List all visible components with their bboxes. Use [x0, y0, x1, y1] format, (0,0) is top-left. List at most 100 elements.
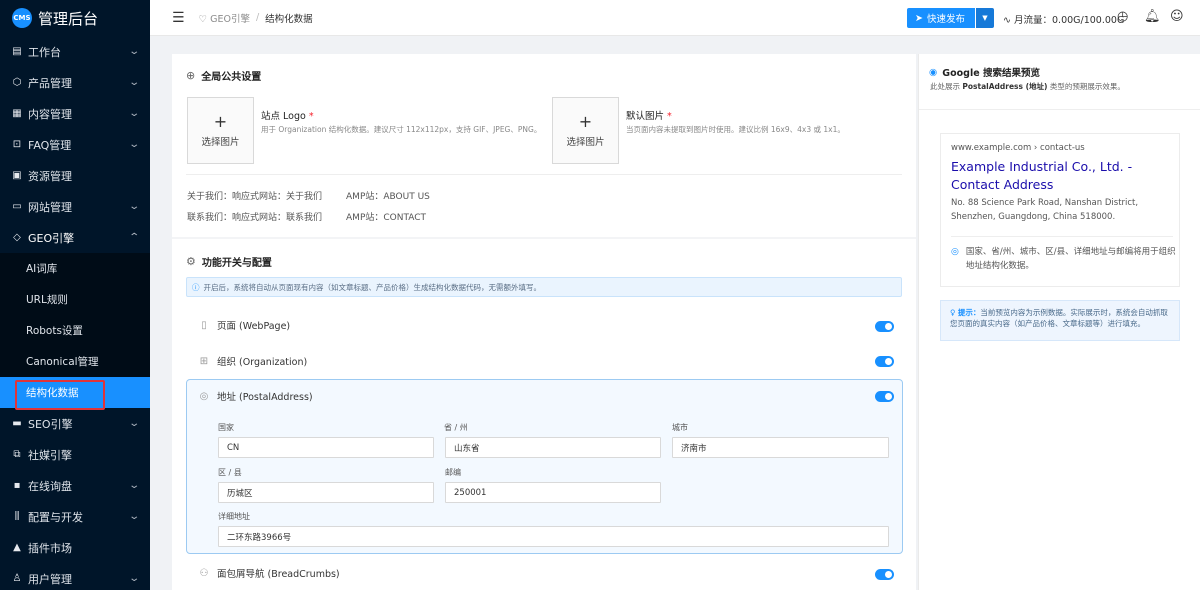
chevron-down-icon: ⌄: [127, 201, 140, 212]
user-icon: ♙: [12, 573, 22, 584]
sidebar-item-social[interactable]: ⧉ 社媒引擎: [0, 439, 150, 470]
province-input[interactable]: 山东省: [445, 437, 661, 458]
sidebar-subitem-structured-data[interactable]: 结构化数据: [0, 377, 150, 410]
breadcrumb-separator: /: [255, 12, 260, 23]
postal-address-toggle[interactable]: [875, 391, 894, 402]
chevron-down-icon: ⌄: [127, 418, 140, 429]
feature-breadcrumbs: ⚇ 面包屑导航 (BreadCrumbs): [199, 567, 340, 581]
page-icon: ▯: [201, 319, 207, 331]
default-image-upload-button[interactable]: + 选择图片: [552, 97, 619, 164]
logo-upload-button[interactable]: + 选择图片: [187, 97, 254, 164]
chevron-down-icon: ⌄: [127, 573, 140, 584]
store-icon: ▲: [13, 542, 21, 553]
chevron-down-icon: ⌄: [127, 46, 140, 57]
district-input[interactable]: 历城区: [218, 482, 434, 503]
result-address: No. 88 Science Park Road, Nanshan Distri…: [951, 198, 1139, 222]
district-label: 区 / 县: [218, 468, 242, 477]
sliders-icon: ⫼: [14, 511, 20, 522]
province-label: 省 / 州: [444, 423, 468, 432]
postcode-label: 邮编: [445, 468, 461, 477]
breadcrumbs-toggle[interactable]: [875, 569, 894, 580]
plus-icon: +: [578, 111, 593, 131]
quick-publish-button[interactable]: ➤ 快速发布: [907, 8, 975, 28]
bell-icon[interactable]: 🔔︎: [1144, 9, 1161, 24]
result-url: www.example.com › contact-us: [951, 143, 1085, 153]
sidebar-item-config[interactable]: ⫼ 配置与开发 ⌄: [0, 501, 150, 532]
faq-icon: ⊡: [12, 139, 22, 150]
sidebar-item-website[interactable]: ▭ 网站管理 ⌄: [0, 191, 150, 222]
detail-address-input[interactable]: 二环东路3966号: [218, 526, 889, 547]
section-divider: [172, 237, 916, 239]
result-title[interactable]: Example Industrial Co., Ltd. - Contact A…: [951, 158, 1179, 194]
preview-title: ◉ Google 搜索结果预览: [929, 66, 1040, 80]
bulb-icon: ♀: [950, 308, 956, 317]
divider: [186, 174, 902, 175]
result-note: ◎ 国家、省/州、城市、区/县、详细地址与邮编将用于组织地址结构化数据。: [951, 247, 1176, 271]
sidebar-item-dashboard[interactable]: ▤ 工作台 ⌄: [0, 36, 150, 67]
sidebar-subitem-robots[interactable]: Robots设置: [0, 315, 150, 346]
features-title: ⚙ 功能开关与配置: [186, 255, 272, 269]
country-input[interactable]: CN: [218, 437, 434, 458]
search-result-card: www.example.com › contact-us Example Ind…: [940, 133, 1180, 287]
share-icon: ⧉: [13, 449, 21, 460]
chevron-down-icon: ⌄: [127, 480, 140, 491]
breadcrumb-geo[interactable]: ♡ GEO引擎: [199, 11, 250, 25]
send-icon: ➤: [915, 12, 923, 24]
sidebar-item-geo[interactable]: ◇ GEO引擎 ⌃: [0, 222, 150, 253]
city-label: 城市: [672, 423, 688, 432]
menu-collapse-icon[interactable]: ☰: [172, 10, 185, 26]
divider: [951, 236, 1173, 237]
country-label: 国家: [218, 423, 234, 432]
globe-icon: ⊕: [186, 69, 196, 82]
sidebar-item-plugins[interactable]: ▲ 插件市场: [0, 532, 150, 563]
folder-icon: ▣: [12, 170, 22, 181]
diamond-icon: ◇: [13, 232, 21, 243]
sidebar-item-resources[interactable]: ▣ 资源管理: [0, 160, 150, 191]
quick-publish-dropdown[interactable]: ▼: [975, 8, 994, 28]
document-icon: ▦: [12, 108, 22, 119]
sidebar-subitem-canonical[interactable]: Canonical管理: [0, 346, 150, 377]
feature-postal-address: ◎ 地址 (PostalAddress): [199, 390, 313, 404]
chevron-down-icon: ⌄: [127, 77, 140, 88]
history-icon[interactable]: ◷: [1117, 9, 1128, 24]
default-image-label: 默认图片 *: [626, 111, 672, 122]
logo[interactable]: CMS 管理后台: [0, 0, 150, 36]
webpage-toggle[interactable]: [875, 321, 894, 332]
sidebar-item-users[interactable]: ♙ 用户管理 ⌄: [0, 563, 150, 590]
sidebar-subitem-url-rules[interactable]: URL规则: [0, 284, 150, 315]
sidebar-subitem-ai-lexicon[interactable]: AI词库: [0, 253, 150, 284]
avatar[interactable]: ☺: [1170, 9, 1184, 24]
eye-icon: ◉: [929, 66, 938, 78]
city-input[interactable]: 济南市: [672, 437, 889, 458]
postcode-input[interactable]: 250001: [445, 482, 661, 503]
plus-icon: +: [213, 111, 228, 131]
traffic-indicator: ∿ 月流量：0.00G/100.00G: [1003, 15, 1125, 26]
quick-publish-group: ➤ 快速发布 ▼: [907, 8, 994, 28]
sidebar-item-seo[interactable]: ▬ SEO引擎 ⌄: [0, 408, 150, 439]
organization-toggle[interactable]: [875, 356, 894, 367]
feature-organization: ⊞ 组织 (Organization): [199, 355, 308, 369]
app-title: 管理后台: [38, 9, 99, 28]
sidebar-item-inquiry[interactable]: ▪ 在线询盘 ⌄: [0, 470, 150, 501]
sidebar-item-content[interactable]: ▦ 内容管理 ⌄: [0, 98, 150, 129]
chevron-down-icon: ⌄: [127, 139, 140, 150]
default-image-hint: 当页面内容未提取到图片时使用。建议比例 16x9、4x3 或 1x1。: [626, 125, 845, 134]
preview-header: ◉ Google 搜索结果预览 此处展示 PostalAddress (地址) …: [919, 54, 1200, 110]
preview-tip: ♀ 提示：当前预览内容为示例数据。实际展示时，系统会自动抓取您页面的真实内容（如…: [940, 300, 1180, 341]
cube-icon: ⬡: [12, 77, 22, 88]
postal-address-card: ◎ 地址 (PostalAddress) 国家 CN 省 / 州 山东省 城市 …: [186, 379, 903, 554]
chat-icon: ▪: [13, 480, 21, 491]
sidebar-item-faq[interactable]: ⊡ FAQ管理 ⌄: [0, 129, 150, 160]
location-pin-icon: ◎: [951, 247, 959, 257]
settings-icon: ⚙: [186, 255, 196, 268]
logo-hint: 用于 Organization 结构化数据。建议尺寸 112x112px，支持 …: [261, 125, 542, 134]
sidebar-item-products[interactable]: ⬡ 产品管理 ⌄: [0, 67, 150, 98]
feature-webpage: ▯ 页面 (WebPage): [198, 315, 894, 335]
breadcrumb: ♡ GEO引擎 / 结构化数据: [199, 11, 313, 25]
main-panel: ⊕ 全局公共设置 + 选择图片 站点 Logo * 用于 Organizatio…: [172, 54, 916, 590]
preview-panel: ◉ Google 搜索结果预览 此处展示 PostalAddress (地址) …: [918, 54, 1200, 590]
monitor-icon: ▬: [12, 418, 22, 429]
global-settings-title: ⊕ 全局公共设置: [186, 69, 262, 83]
info-notice: ⓘ 开启后，系统将自动从页面现有内容（如文章标题、产品价格）生成结构化数据代码，…: [186, 277, 902, 297]
info-icon: ⓘ: [192, 282, 200, 292]
